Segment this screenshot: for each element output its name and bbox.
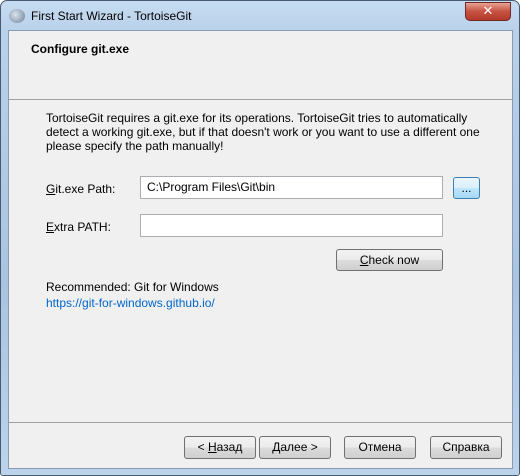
wizard-window: First Start Wizard - TortoiseGit ✕ Confi… xyxy=(0,0,520,476)
wizard-client: Configure git.exe TortoiseGit requires a… xyxy=(8,30,513,469)
extra-path-input[interactable] xyxy=(140,214,443,237)
help-button[interactable]: Справка xyxy=(430,436,502,459)
check-now-button[interactable]: Check now xyxy=(336,249,443,271)
description-text: TortoiseGit requires a git.exe for its o… xyxy=(46,111,480,153)
tortoisegit-app-icon xyxy=(9,9,25,23)
cancel-button[interactable]: Отмена xyxy=(344,436,416,459)
recommended-text: Recommended: Git for Windows xyxy=(46,280,219,294)
page-title: Configure git.exe xyxy=(31,42,130,56)
wizard-header: Configure git.exe xyxy=(9,31,512,100)
footer-separator xyxy=(9,422,512,423)
git-for-windows-link[interactable]: https://git-for-windows.github.io/ xyxy=(46,296,215,310)
next-button[interactable]: Далее > xyxy=(259,436,331,459)
browse-button[interactable]: ... xyxy=(453,177,480,199)
back-button[interactable]: < Назад xyxy=(184,436,256,459)
git-path-input[interactable]: C:\Program Files\Git\bin xyxy=(140,176,443,199)
close-button[interactable]: ✕ xyxy=(465,2,511,21)
extra-path-label: Extra PATH: xyxy=(46,220,111,234)
window-title: First Start Wizard - TortoiseGit xyxy=(31,9,192,23)
git-path-label: Git.exe Path: xyxy=(46,182,116,196)
